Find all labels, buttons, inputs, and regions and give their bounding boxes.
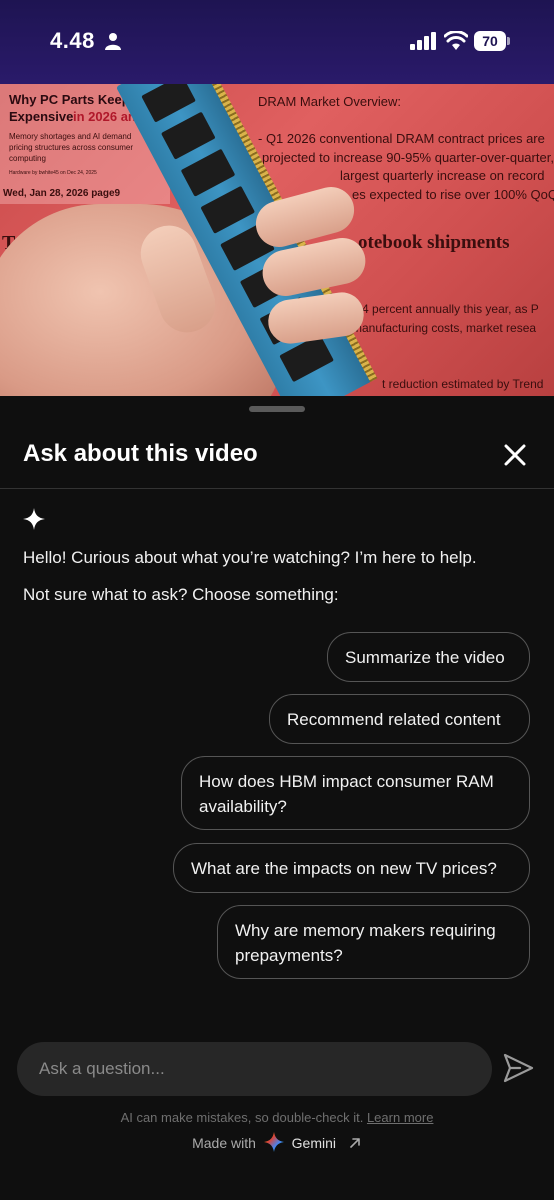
send-icon[interactable] bbox=[500, 1050, 536, 1086]
video-overview-4: es expected to rise over 100% QoQ bbox=[352, 187, 554, 202]
suggestion-recommend[interactable]: Recommend related content bbox=[269, 694, 530, 744]
status-bar: 4.48 70 bbox=[0, 0, 554, 84]
sheet-divider bbox=[0, 488, 554, 489]
signal-icon bbox=[410, 32, 436, 50]
video-body-2: manufacturing costs, market resea bbox=[352, 321, 537, 335]
video-headline-2b: in 2026 an bbox=[73, 109, 136, 124]
sparkle-icon bbox=[23, 508, 45, 530]
suggestion-hbm[interactable]: How does HBM impact consumer RAM availab… bbox=[181, 756, 530, 830]
prompt-text: Not sure what to ask? Choose something: bbox=[23, 585, 339, 604]
suggestion-tv-prices[interactable]: What are the impacts on new TV prices? bbox=[173, 843, 530, 893]
learn-more-link[interactable]: Learn more bbox=[367, 1110, 433, 1125]
video-body-1: 9.4 percent annually this year, as P bbox=[352, 302, 539, 316]
video-heading-right: otebook shipments bbox=[358, 232, 510, 253]
video-body-3: t reduction estimated by Trend bbox=[382, 377, 544, 391]
video-overview-title: DRAM Market Overview: bbox=[258, 94, 402, 109]
external-link-icon[interactable] bbox=[348, 1136, 362, 1150]
ai-disclaimer: AI can make mistakes, so double-check it… bbox=[0, 1110, 554, 1125]
made-with-footer: Made with Gemini bbox=[0, 1132, 554, 1152]
ask-question-input[interactable] bbox=[17, 1042, 492, 1096]
video-headline-2a: Expensive bbox=[9, 109, 74, 124]
person-icon bbox=[105, 33, 121, 50]
video-subtext-3: computing bbox=[9, 154, 46, 163]
video-byline: Hardware by bwhite45 on Dec 24, 2025 bbox=[9, 170, 97, 176]
video-frame[interactable]: Why PC Parts Keep Getti Expensive in 202… bbox=[0, 84, 554, 396]
suggestion-summarize[interactable]: Summarize the video bbox=[327, 632, 530, 682]
video-overview-2: projected to increase 90-95% quarter-ove… bbox=[262, 150, 554, 165]
gemini-icon bbox=[263, 1132, 284, 1152]
wifi-icon bbox=[444, 31, 468, 50]
disclaimer-text: AI can make mistakes, so double-check it… bbox=[120, 1110, 367, 1125]
suggestion-prepayments[interactable]: Why are memory makers requiring prepayme… bbox=[217, 905, 530, 979]
made-with-label: Made with bbox=[192, 1135, 256, 1151]
battery-level: 70 bbox=[474, 31, 506, 51]
greeting-text: Hello! Curious about what you’re watchin… bbox=[23, 548, 477, 567]
ask-sheet: Ask about this video Hello! Curious abou… bbox=[0, 396, 554, 1200]
status-time: 4.48 bbox=[50, 28, 95, 53]
battery-indicator: 70 bbox=[474, 31, 510, 51]
sheet-drag-handle[interactable] bbox=[249, 406, 305, 412]
sheet-title: Ask about this video bbox=[23, 440, 258, 467]
video-subtext-2: pricing structures across consumer bbox=[9, 143, 134, 152]
video-dateline: Wed, Jan 28, 2026 page9 bbox=[3, 188, 121, 199]
video-overview-1: - Q1 2026 conventional DRAM contract pri… bbox=[258, 131, 545, 146]
video-overview-3: largest quarterly increase on record bbox=[340, 168, 545, 183]
video-subtext-1: Memory shortages and AI demand bbox=[9, 132, 132, 141]
gemini-brand: Gemini bbox=[291, 1135, 337, 1151]
close-icon[interactable] bbox=[498, 438, 532, 472]
